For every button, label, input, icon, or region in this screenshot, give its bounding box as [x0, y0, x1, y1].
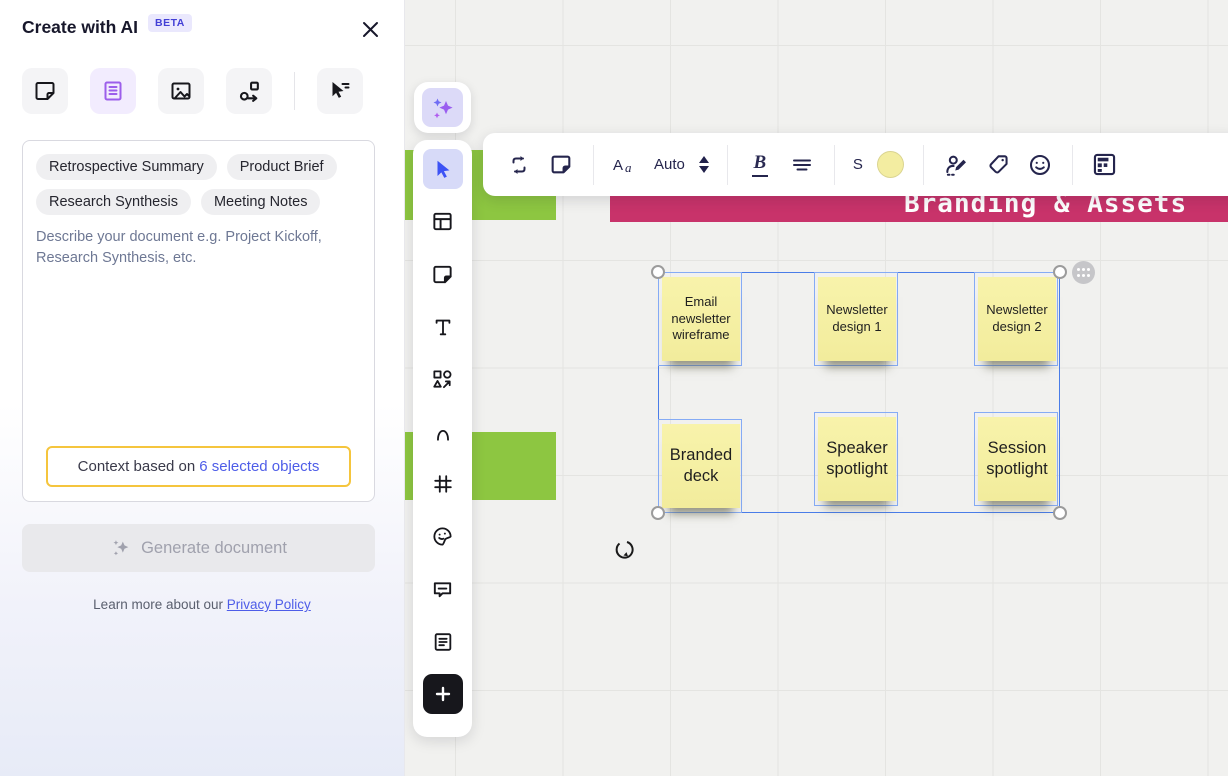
- emoji-icon[interactable]: [1022, 145, 1058, 185]
- panel-title: Create with AI: [22, 17, 138, 38]
- svg-text:a: a: [625, 160, 632, 175]
- chip-suggestion[interactable]: Research Synthesis: [36, 189, 191, 215]
- sticky-note[interactable]: Speaker spotlight: [818, 417, 896, 501]
- context-info-box: Context based on 6 selected objects: [46, 446, 351, 487]
- diagram-mode-icon[interactable]: [226, 68, 272, 114]
- select-cursor-icon[interactable]: [423, 149, 463, 189]
- privacy-policy-link[interactable]: Privacy Policy: [227, 597, 311, 612]
- sticky-note-mode-icon[interactable]: [22, 68, 68, 114]
- font-style-icon[interactable]: A a: [608, 145, 644, 185]
- assign-person-icon[interactable]: [938, 145, 974, 185]
- sticky-note[interactable]: Newsletter design 2: [978, 277, 1056, 361]
- chip-suggestion[interactable]: Meeting Notes: [201, 189, 321, 215]
- app-window: Branding & Assets Email newsletter wiref…: [0, 0, 1228, 776]
- ai-select-cursor-icon[interactable]: [317, 68, 363, 114]
- toolbar-divider: [834, 145, 835, 185]
- selected-objects-link[interactable]: 6 selected objects: [199, 458, 319, 475]
- context-toolbar: A a Auto B S: [483, 133, 1228, 196]
- toolbar-divider: [1072, 145, 1073, 185]
- selection-context-menu-icon[interactable]: [1072, 261, 1095, 284]
- size-label[interactable]: S: [849, 156, 867, 173]
- plus-icon[interactable]: [423, 674, 463, 714]
- context-prefix: Context based on: [78, 458, 196, 475]
- beta-badge: BETA: [148, 14, 192, 32]
- pen-icon[interactable]: [423, 412, 463, 452]
- svg-text:A: A: [613, 157, 623, 174]
- prompt-input-card[interactable]: Retrospective Summary Product Brief Rese…: [22, 140, 375, 502]
- chip-suggestion[interactable]: Retrospective Summary: [36, 154, 217, 180]
- ai-sparkles-icon: [422, 88, 463, 127]
- chip-suggestion[interactable]: Product Brief: [227, 154, 337, 180]
- prompt-placeholder[interactable]: Describe your document e.g. Project Kick…: [36, 227, 361, 269]
- sticky-note[interactable]: Session spotlight: [978, 417, 1056, 501]
- color-swatch[interactable]: [873, 145, 909, 185]
- bold-button[interactable]: B: [742, 145, 778, 185]
- sticky-note[interactable]: Newsletter design 1: [818, 277, 896, 361]
- sticker-icon[interactable]: [423, 517, 463, 557]
- board-switch-icon[interactable]: [1087, 145, 1123, 185]
- image-mode-icon[interactable]: [158, 68, 204, 114]
- tools-toolbar: [413, 140, 472, 737]
- font-size-value[interactable]: Auto: [650, 156, 689, 173]
- shapes-icon[interactable]: [423, 359, 463, 399]
- toolbar-divider: [727, 145, 728, 185]
- templates-icon[interactable]: [423, 202, 463, 242]
- ai-assist-button[interactable]: [414, 82, 471, 133]
- close-icon[interactable]: [358, 17, 382, 41]
- mode-divider: [294, 72, 295, 110]
- panel-footer: Learn more about our Privacy Policy: [0, 597, 404, 612]
- comment-icon[interactable]: [423, 569, 463, 609]
- sparkle-icon: [110, 537, 132, 559]
- document-icon[interactable]: [423, 622, 463, 662]
- generate-document-button[interactable]: Generate document: [22, 524, 375, 572]
- switch-type-icon[interactable]: [501, 145, 537, 185]
- selection-handle-ne[interactable]: [1053, 265, 1067, 279]
- tag-icon[interactable]: [980, 145, 1016, 185]
- create-with-ai-panel: Create with AI BETA: [0, 0, 405, 776]
- document-mode-icon[interactable]: [90, 68, 136, 114]
- sticky-note-icon[interactable]: [423, 254, 463, 294]
- frame-icon[interactable]: [423, 464, 463, 504]
- rotate-handle-icon[interactable]: [610, 535, 638, 563]
- sticky-note[interactable]: Email newsletter wireframe: [662, 277, 740, 361]
- font-size-stepper[interactable]: [695, 156, 713, 173]
- align-center-icon[interactable]: [784, 145, 820, 185]
- toolbar-divider: [923, 145, 924, 185]
- selection-handle-nw[interactable]: [651, 265, 665, 279]
- sticky-note-icon[interactable]: [543, 145, 579, 185]
- selection-handle-sw[interactable]: [651, 506, 665, 520]
- sticky-note[interactable]: Branded deck: [662, 424, 740, 508]
- selection-handle-se[interactable]: [1053, 506, 1067, 520]
- toolbar-divider: [593, 145, 594, 185]
- text-icon[interactable]: [423, 307, 463, 347]
